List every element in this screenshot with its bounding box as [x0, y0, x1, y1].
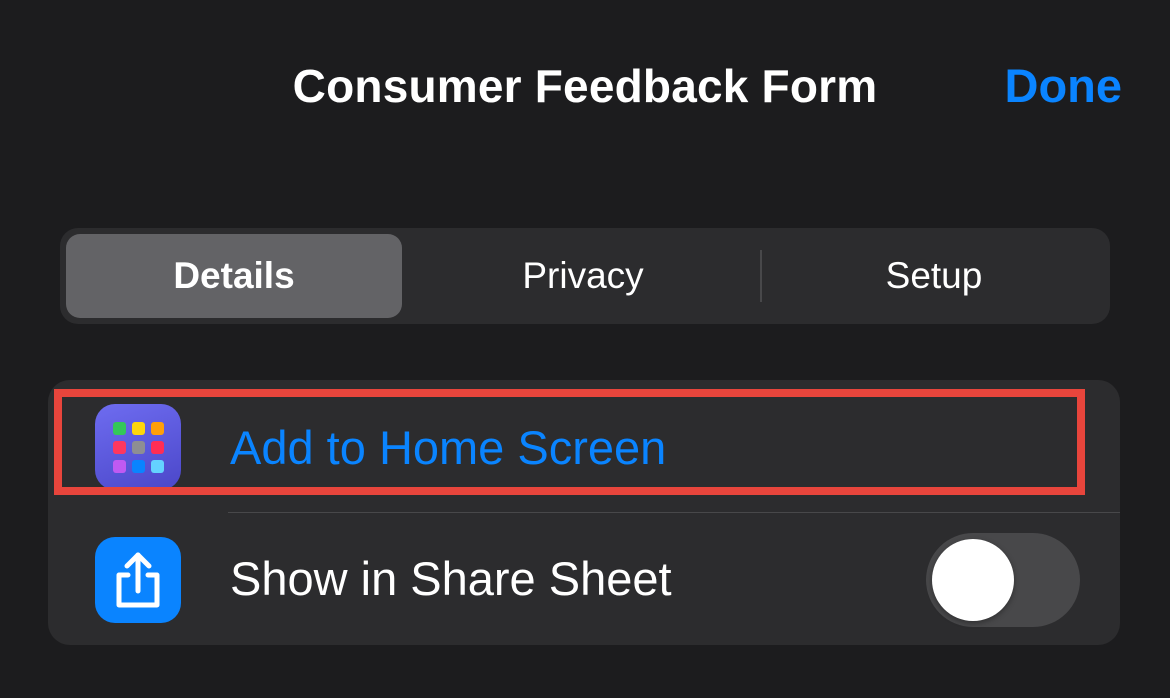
- page-title: Consumer Feedback Form: [292, 60, 878, 112]
- share-sheet-toggle[interactable]: [926, 533, 1080, 627]
- tab-setup[interactable]: Setup: [764, 234, 1104, 318]
- tab-details[interactable]: Details: [66, 234, 402, 318]
- shortcut-details-sheet: Consumer Feedback Form Done Details Priv…: [0, 0, 1170, 698]
- show-in-share-sheet-label: Show in Share Sheet: [230, 552, 672, 605]
- segment-divider: [760, 250, 762, 302]
- home-screen-grid-glyph: [113, 422, 164, 473]
- add-to-home-screen-label: Add to Home Screen: [230, 421, 667, 474]
- tab-privacy[interactable]: Privacy: [410, 234, 756, 318]
- home-screen-grid-icon: [95, 404, 181, 490]
- toggle-knob: [932, 539, 1014, 621]
- share-icon: [95, 537, 181, 623]
- segmented-control: Details Privacy Setup: [60, 228, 1110, 324]
- add-to-home-screen-row[interactable]: Add to Home Screen: [48, 380, 1120, 512]
- options-list: Add to Home Screen Show in Share Sheet: [48, 380, 1120, 645]
- done-button[interactable]: Done: [1005, 56, 1123, 116]
- share-glyph: [116, 552, 160, 608]
